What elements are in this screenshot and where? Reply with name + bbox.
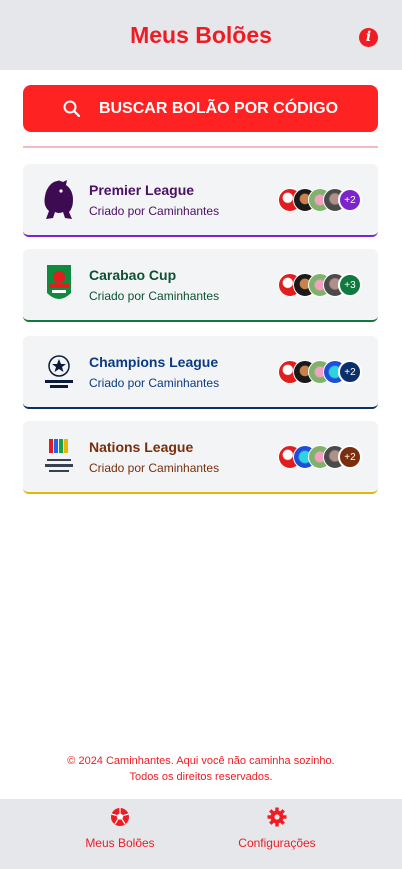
league-name: Champions League: [89, 354, 219, 370]
gear-icon: [267, 807, 287, 827]
member-avatars: +2: [278, 445, 362, 469]
nav-label: Configurações: [238, 836, 316, 850]
league-creator: Criado por Caminhantes: [89, 289, 220, 303]
search-button-label: BUSCAR BOLÃO POR CÓDIGO: [98, 99, 339, 117]
app-header: Meus Bolões i: [0, 0, 402, 70]
member-avatars: +2: [278, 360, 362, 384]
search-icon: [63, 100, 81, 117]
nav-item-configuracoes[interactable]: Configurações: [207, 807, 347, 850]
nav-item-meus-boloes[interactable]: Meus Bolões: [50, 807, 190, 850]
extra-members-badge: +2: [338, 445, 362, 469]
member-avatars: +3: [278, 273, 362, 297]
extra-members-badge: +2: [338, 188, 362, 212]
league-creator: Criado por Caminhantes: [89, 461, 220, 475]
champions-league-logo: [45, 355, 73, 388]
league-card-champions-league[interactable]: Champions League Criado por Caminhantes …: [23, 336, 378, 409]
rights-line: Todos os direitos reservados.: [129, 771, 273, 783]
bottom-navigation: Meus Bolões Configurações: [0, 799, 402, 869]
league-name: Premier League: [89, 182, 195, 198]
extra-members-badge: +3: [338, 273, 362, 297]
league-card-carabao-cup[interactable]: Carabao Cup Criado por Caminhantes +3: [23, 249, 378, 322]
league-name: Carabao Cup: [89, 267, 177, 283]
info-icon[interactable]: i: [359, 28, 378, 47]
divider: [23, 146, 378, 148]
copyright-footer: © 2024 Caminhantes. Aqui você não caminh…: [0, 753, 402, 785]
nations-league-logo: [45, 439, 73, 472]
league-card-premier-league[interactable]: Premier League Criado por Caminhantes +2: [23, 164, 378, 237]
extra-members-badge: +2: [338, 360, 362, 384]
carabao-cup-logo: [47, 265, 71, 299]
nav-label: Meus Bolões: [85, 836, 155, 850]
page-title: Meus Bolões: [130, 22, 272, 48]
league-name: Nations League: [89, 439, 194, 455]
copyright-line: © 2024 Caminhantes. Aqui você não caminh…: [67, 755, 335, 767]
league-creator: Criado por Caminhantes: [89, 376, 220, 390]
league-card-nations-league[interactable]: Nations League Criado por Caminhantes +2: [23, 421, 378, 494]
league-creator: Criado por Caminhantes: [89, 204, 220, 218]
premier-league-logo: [44, 180, 73, 219]
member-avatars: +2: [278, 188, 362, 212]
soccer-ball-icon: [111, 808, 129, 826]
search-by-code-button[interactable]: BUSCAR BOLÃO POR CÓDIGO: [23, 85, 378, 132]
